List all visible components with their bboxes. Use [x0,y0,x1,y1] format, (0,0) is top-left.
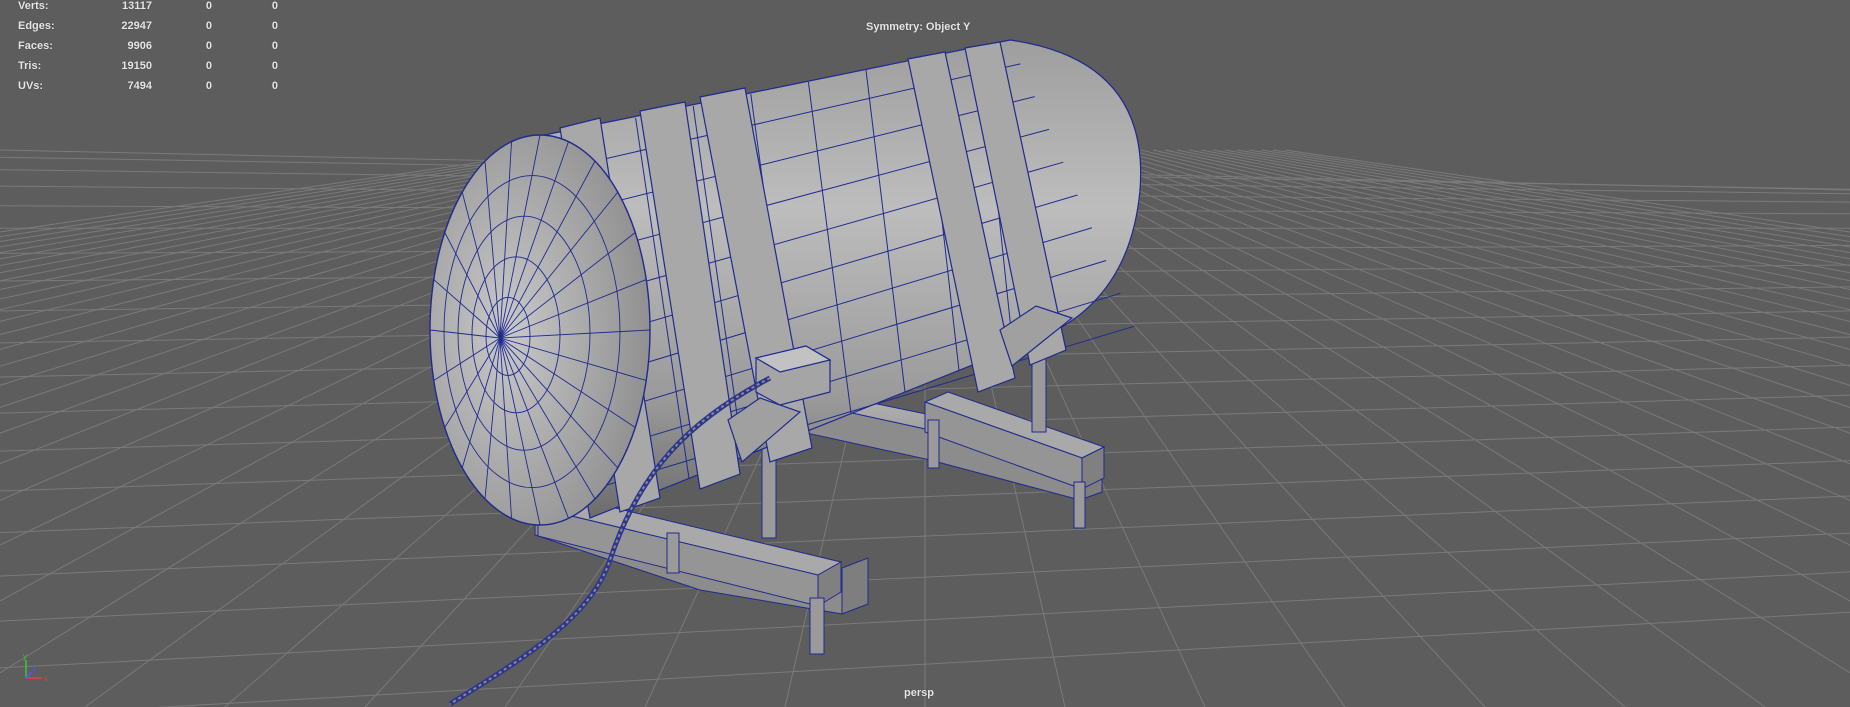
stat-comp: 0 [271,20,278,32]
perspective-viewport[interactable]: Verts: 13117 0 0 Edges: 22947 0 0 Faces: 9906 0 0 Tr… [0,0,1850,707]
stat-label: UVs: [18,80,44,92]
stat-label: Faces: [18,40,53,52]
stat-sel: 0 [205,60,212,72]
stat-row: Tris: 19150 0 0 [18,56,278,76]
stat-row: Edges: 22947 0 0 [18,16,278,36]
axis-label-z: z [32,664,36,673]
poly-count-hud: Verts: 13117 0 0 Edges: 22947 0 0 Faces: 9906 0 0 Tr… [18,0,278,96]
stat-row: UVs: 7494 0 0 [18,76,278,96]
symmetry-status: Symmetry: Object Y [866,21,971,33]
stat-comp: 0 [271,80,278,92]
stat-row: Verts: 13117 0 0 [18,0,278,16]
stat-sel: 0 [205,40,212,52]
stat-total: 22947 [121,20,152,32]
stat-comp: 0 [271,60,278,72]
camera-name: persp [904,687,934,699]
stat-total: 7494 [127,80,152,92]
stat-comp: 0 [271,40,278,52]
stat-label: Edges: [18,20,55,32]
stat-sel: 0 [205,0,212,12]
stat-total: 13117 [122,0,152,12]
stat-comp: 0 [271,0,278,12]
stat-sel: 0 [205,20,212,32]
stat-label: Verts: [18,0,49,12]
axis-gizmo-icon: y x z [23,652,48,683]
axis-label-y: y [23,652,27,661]
stat-total: 19150 [121,60,152,72]
stat-sel: 0 [205,80,212,92]
scene-canvas[interactable] [0,0,1850,707]
axis-label-x: x [44,674,48,683]
stat-label: Tris: [18,60,42,72]
stat-total: 9906 [127,40,152,52]
stat-row: Faces: 9906 0 0 [18,36,278,56]
